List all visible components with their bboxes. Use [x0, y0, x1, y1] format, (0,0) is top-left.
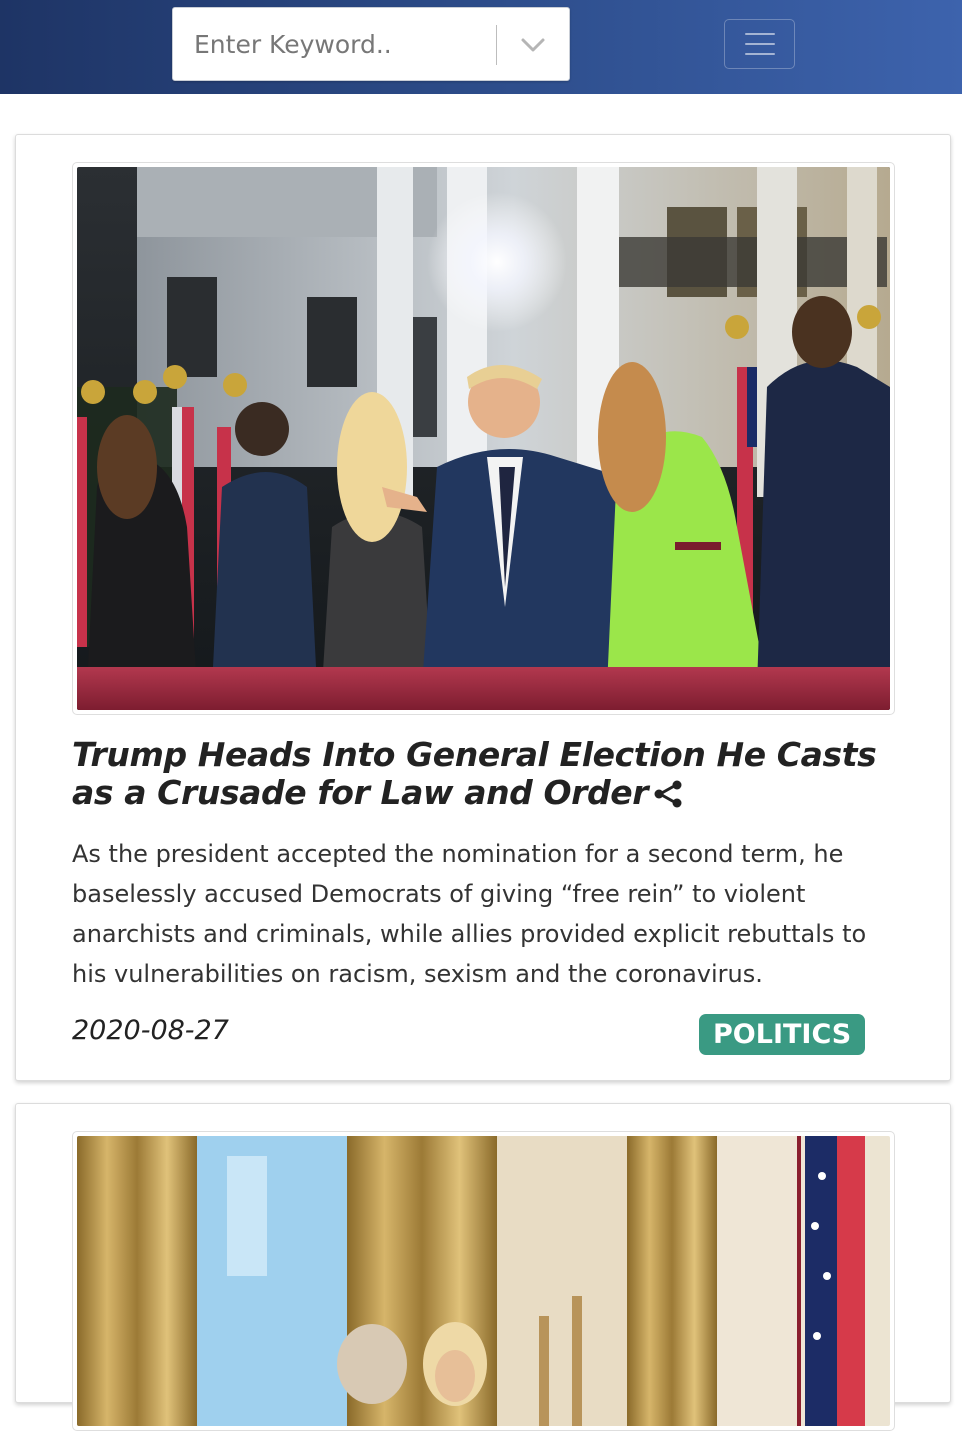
share-icon[interactable] [652, 779, 684, 809]
search-input[interactable] [173, 8, 495, 80]
chevron-down-icon[interactable] [513, 30, 553, 60]
article-summary: As the president accepted the nomination… [72, 840, 867, 988]
article-photo[interactable] [77, 1136, 890, 1426]
article-card[interactable] [15, 1103, 951, 1431]
article-photo[interactable] [77, 167, 890, 710]
article-card[interactable]: Trump Heads Into General Election He Cas… [15, 134, 951, 1081]
category-badge[interactable]: POLITICS [699, 1014, 866, 1055]
article-headline-text[interactable]: Trump Heads Into General Election He Cas… [72, 735, 877, 812]
article-date: 2020-08-27 [72, 1015, 229, 1046]
top-navbar [0, 0, 962, 94]
article-image-frame [72, 162, 895, 715]
hamburger-menu-icon [744, 33, 775, 55]
menu-toggle-button[interactable] [724, 19, 795, 69]
search-divider [496, 25, 497, 65]
article-headline[interactable]: Trump Heads Into General Election He Cas… [72, 736, 902, 812]
article-image-frame [72, 1131, 895, 1431]
search-select[interactable] [172, 7, 570, 81]
